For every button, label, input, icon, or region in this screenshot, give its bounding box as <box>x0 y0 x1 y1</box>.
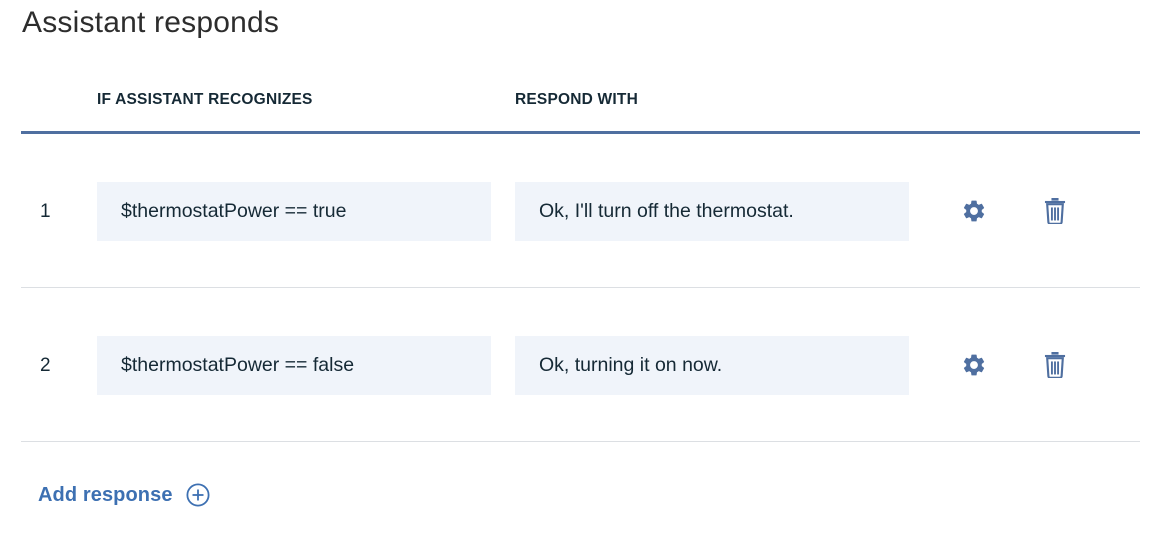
response-row: 1 $thermostatPower == true Ok, I'll turn… <box>21 134 1140 288</box>
add-response-label: Add response <box>38 483 173 506</box>
row-number: 1 <box>40 201 51 222</box>
row-number: 2 <box>40 355 51 376</box>
response-row: 2 $thermostatPower == false Ok, turning … <box>21 288 1140 442</box>
condition-field[interactable]: $thermostatPower == false <box>97 336 491 395</box>
response-text-field[interactable]: Ok, I'll turn off the thermostat. <box>515 182 909 241</box>
column-header-response: RESPOND WITH <box>515 91 638 108</box>
condition-field[interactable]: $thermostatPower == true <box>97 182 491 241</box>
trash-icon[interactable] <box>1041 197 1069 225</box>
response-text-field[interactable]: Ok, turning it on now. <box>515 336 909 395</box>
row-divider <box>21 441 1140 442</box>
assistant-responds-panel: Assistant responds IF ASSISTANT RECOGNIZ… <box>0 0 1160 550</box>
trash-icon[interactable] <box>1041 351 1069 379</box>
column-header-condition: IF ASSISTANT RECOGNIZES <box>97 91 313 108</box>
gear-icon[interactable] <box>960 351 988 379</box>
gear-icon[interactable] <box>960 197 988 225</box>
add-response-button[interactable]: Add response <box>38 482 211 508</box>
section-title: Assistant responds <box>22 6 280 39</box>
plus-circle-icon <box>185 482 211 508</box>
